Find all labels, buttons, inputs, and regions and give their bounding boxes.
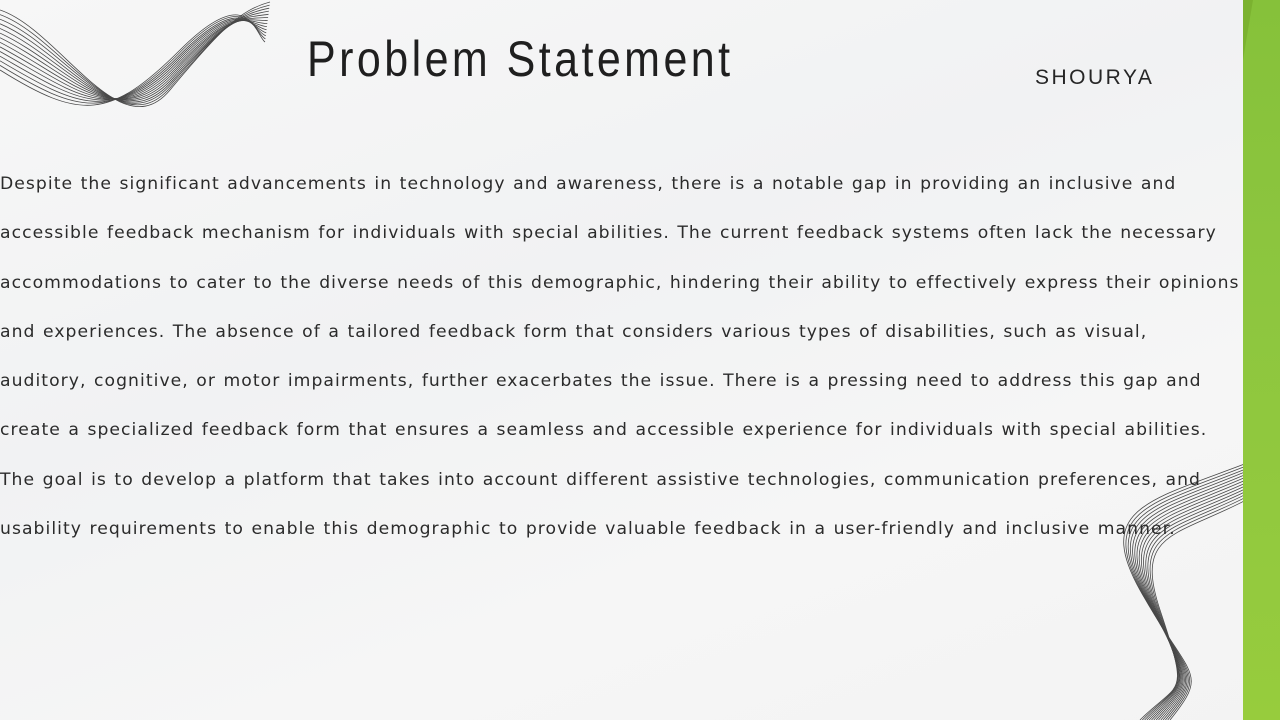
accent-bar [1243,0,1280,720]
slide: Problem Statement SHOURYA Despite the si… [0,0,1280,720]
decorative-wave-top [0,1,271,107]
problem-statement-text: Despite the significant advancements in … [0,174,1240,540]
slide-title: Problem Statement [307,31,734,87]
author-name: SHOURYA [1035,66,1155,89]
